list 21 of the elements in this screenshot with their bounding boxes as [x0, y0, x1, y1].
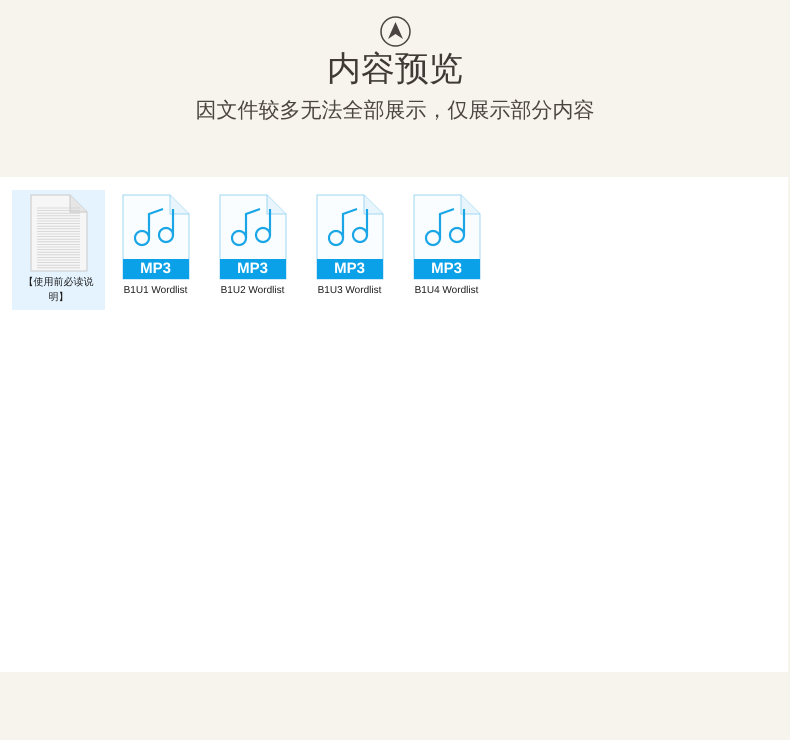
- file-name: 【使用前必读说明】: [22, 276, 94, 305]
- file-type-label: MP3: [333, 259, 366, 279]
- file-name: B1U2 Wordlist: [220, 284, 286, 298]
- file-item[interactable]: 【使用前必读说明】: [12, 190, 105, 310]
- audio-file-icon: [122, 194, 190, 280]
- page-title: 内容预览: [327, 49, 463, 90]
- file-name: B1U3 Wordlist: [316, 284, 382, 298]
- audio-file-icon: [218, 194, 286, 280]
- document-icon: [30, 194, 88, 272]
- file-type-label: MP3: [139, 259, 172, 279]
- file-type-label: MP3: [236, 259, 269, 279]
- file-type-label: MP3: [430, 259, 463, 279]
- file-name: B1U4 Wordlist: [414, 284, 480, 298]
- audio-file-icon: [316, 194, 384, 280]
- file-item[interactable]: MP3 B1U3 Wordlist: [303, 190, 396, 310]
- subtitle: 因文件较多无法全部展示，仅展示部分内容: [196, 98, 594, 124]
- audio-file-icon: [412, 194, 480, 280]
- file-item[interactable]: MP3 B1U1 Wordlist: [109, 190, 202, 310]
- file-item[interactable]: MP3 B1U2 Wordlist: [206, 190, 299, 310]
- file-item[interactable]: MP3 B1U4 Wordlist: [400, 190, 493, 310]
- file-name: B1U1 Wordlist: [122, 284, 188, 298]
